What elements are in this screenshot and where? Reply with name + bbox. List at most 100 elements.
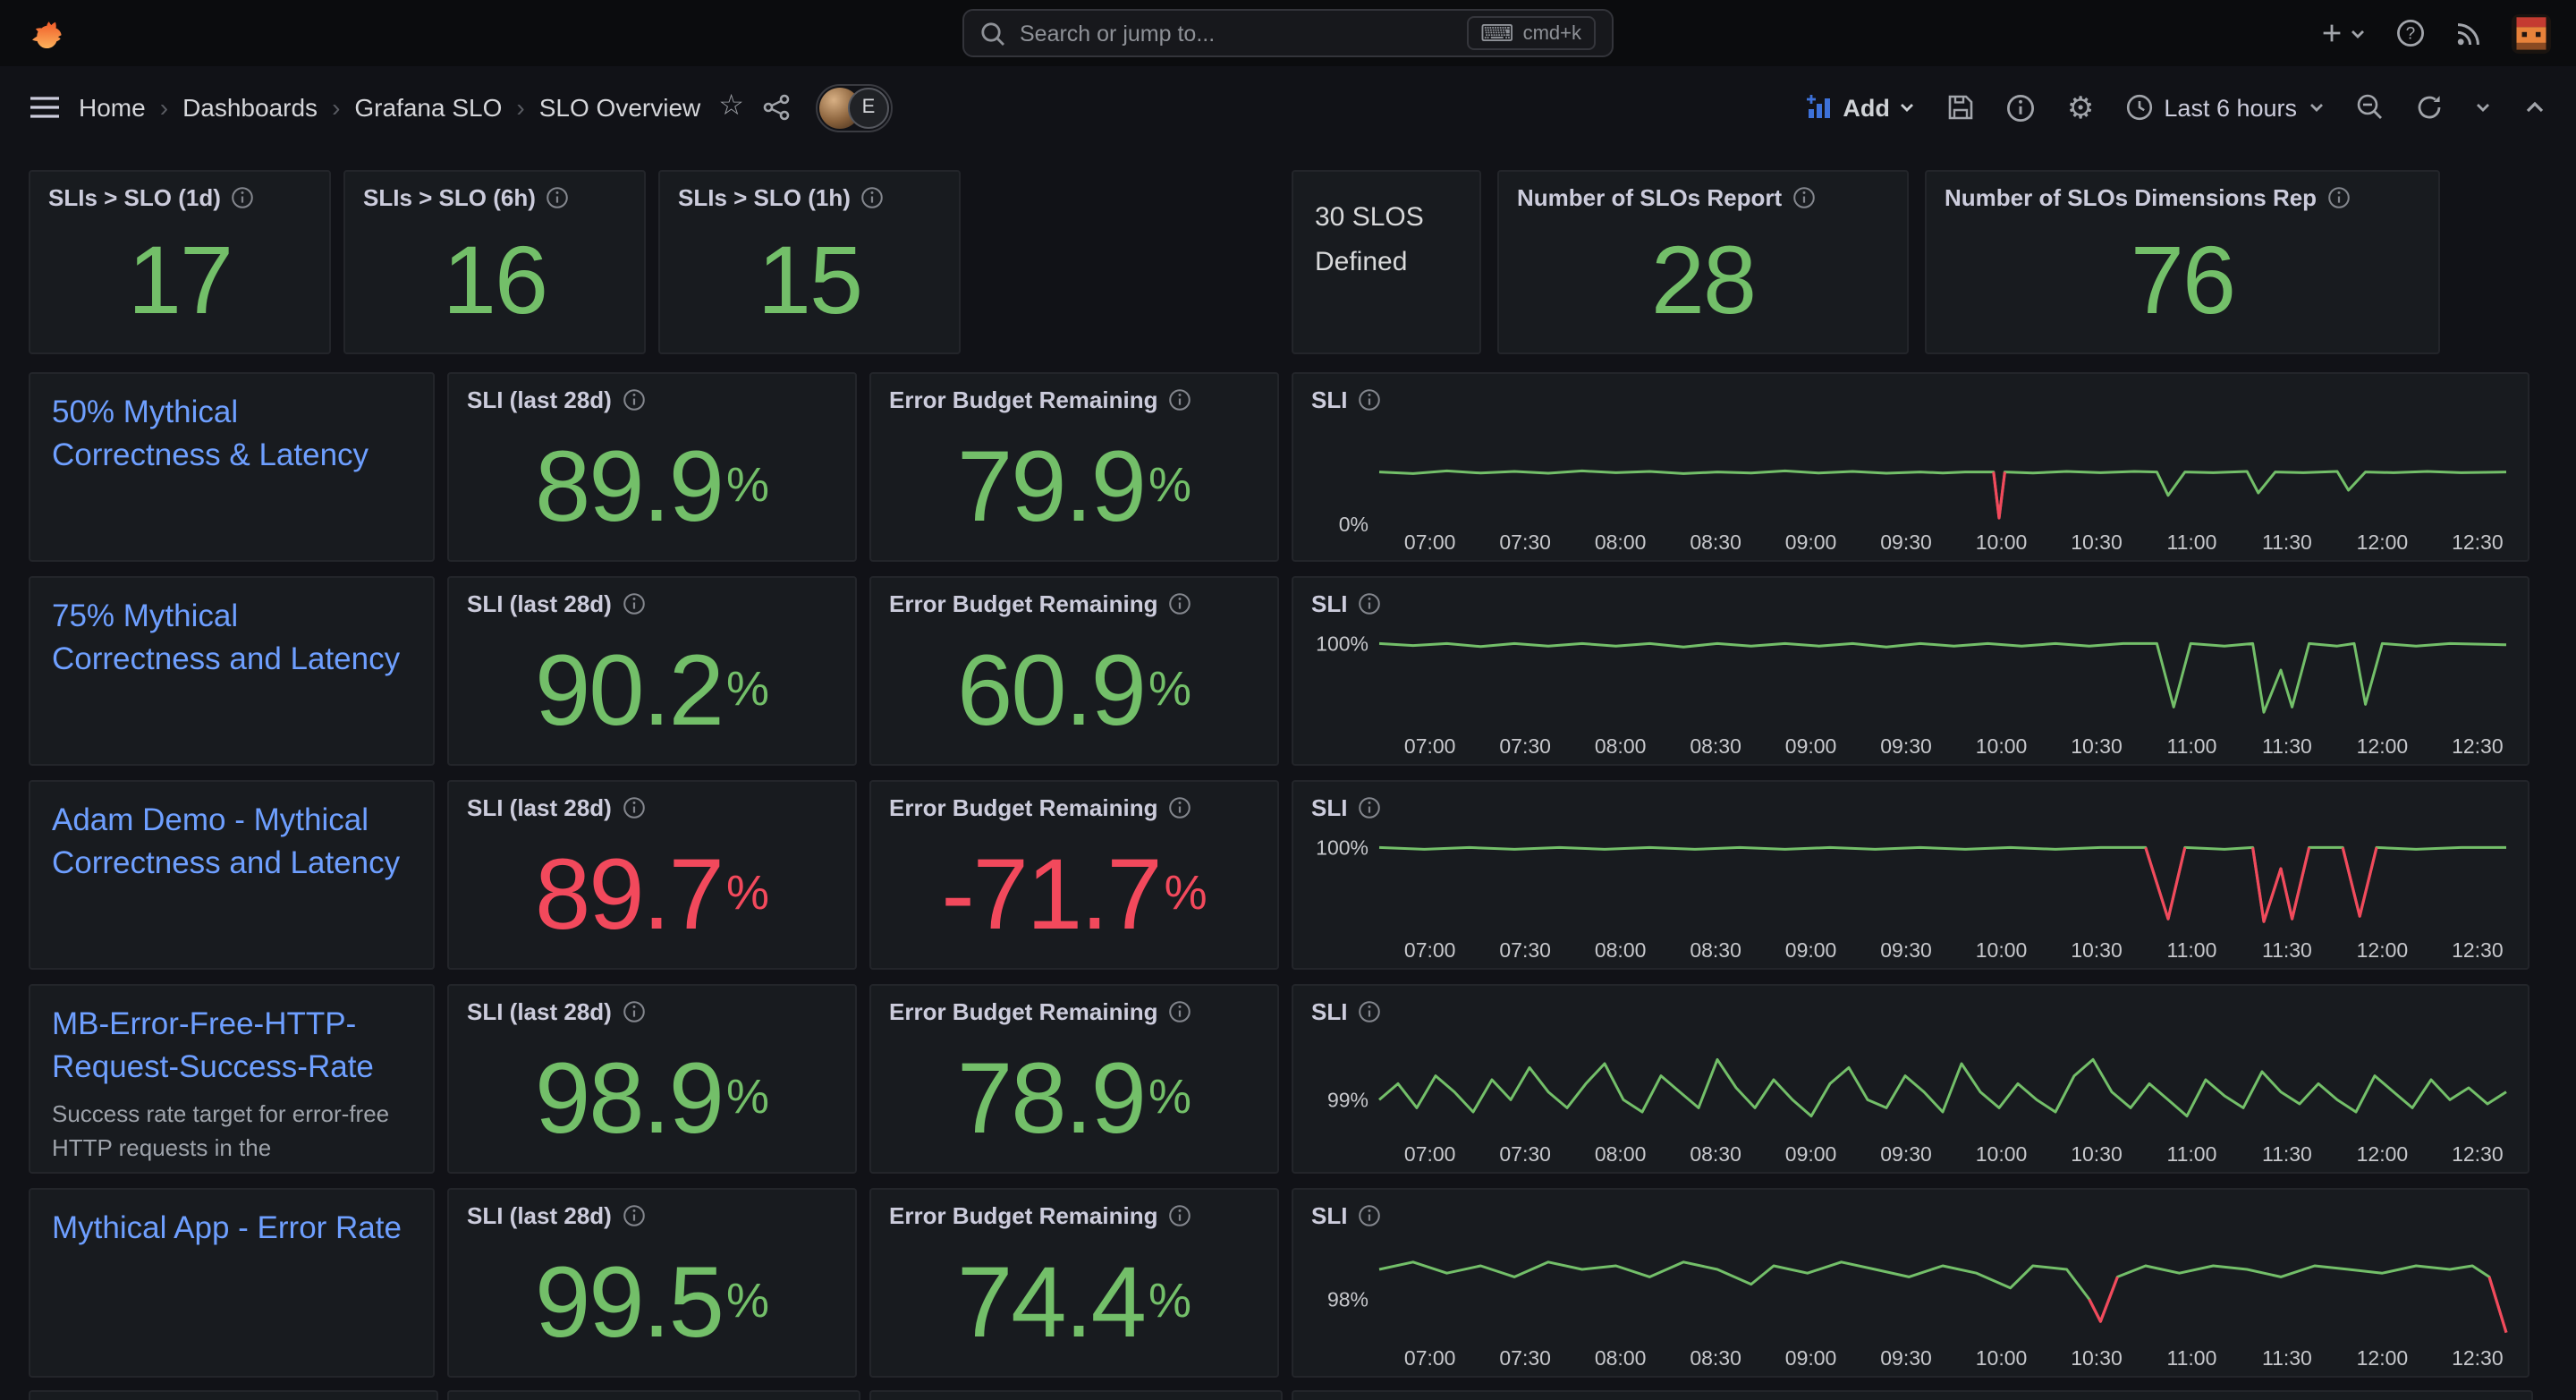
sli-value: 98.9% <box>449 986 855 1172</box>
slo-link[interactable]: 75% Mythical Correctness and Latency <box>30 578 433 681</box>
svg-text:08:00: 08:00 <box>1595 530 1647 554</box>
news-rss-button[interactable] <box>2454 19 2483 47</box>
svg-text:09:00: 09:00 <box>1785 1346 1837 1370</box>
sli-timeseries[interactable]: 100%07:0007:3008:0008:3009:0009:3010:001… <box>1301 828 2521 964</box>
plus-icon <box>2318 20 2345 47</box>
sli-value: 99.5% <box>449 1190 855 1376</box>
svg-text:09:00: 09:00 <box>1785 734 1837 758</box>
add-panel-button[interactable]: Add <box>1805 93 1917 122</box>
next-row-panel-partial <box>1292 1390 2533 1400</box>
svg-text:09:00: 09:00 <box>1785 530 1837 554</box>
info-icon[interactable] <box>1358 1204 1381 1227</box>
slo-link[interactable]: Mythical App - Error Rate <box>30 1190 433 1250</box>
slo-name-panel: 50% Mythical Correctness & Latency <box>29 372 435 562</box>
sli-stat-panel: SLI (last 28d) 99.5% <box>447 1188 857 1378</box>
sli-timeseries[interactable]: 0%07:0007:3008:0008:3009:0009:3010:0010:… <box>1301 420 2521 556</box>
svg-text:10:00: 10:00 <box>1976 1346 2028 1370</box>
info-icon[interactable] <box>1358 796 1381 819</box>
error-budget-panel: Error Budget Remaining -71.7% <box>869 780 1279 970</box>
add-label: Add <box>1843 94 1890 121</box>
dashboard-user-group[interactable]: E <box>816 83 893 132</box>
error-budget-panel: Error Budget Remaining 79.9% <box>869 372 1279 562</box>
new-menu-button[interactable] <box>2318 20 2367 47</box>
save-dashboard-button[interactable] <box>1947 93 1976 122</box>
sli-stat-panel: SLI (last 28d) 98.9% <box>447 984 857 1174</box>
breadcrumb-home[interactable]: Home <box>79 93 146 122</box>
panel-title: SLI <box>1311 794 1347 821</box>
sli-chart-panel: SLI 99%07:0007:3008:0008:3009:0009:3010:… <box>1292 984 2529 1174</box>
dashboard-insights-button[interactable] <box>2006 92 2037 123</box>
sli-timeseries[interactable]: 98%07:0007:3008:0008:3009:0009:3010:0010… <box>1301 1236 2521 1372</box>
time-range-picker[interactable]: Last 6 hours <box>2124 93 2326 122</box>
panel-title: SLI <box>1311 590 1347 617</box>
slo-name-panel: Mythical App - Error Rate <box>29 1188 435 1378</box>
svg-text:0%: 0% <box>1339 513 1368 536</box>
svg-text:08:00: 08:00 <box>1595 1346 1647 1370</box>
svg-text:08:30: 08:30 <box>1690 734 1741 758</box>
sli-value: 89.7% <box>449 782 855 968</box>
svg-text:10:30: 10:30 <box>2071 530 2123 554</box>
user-avatar[interactable] <box>2512 13 2551 53</box>
stat-panel-slos-report: Number of SLOs Report 28 <box>1497 170 1909 354</box>
svg-text:10:00: 10:00 <box>1976 1142 2028 1166</box>
svg-text:09:30: 09:30 <box>1880 530 1932 554</box>
svg-text:08:00: 08:00 <box>1595 734 1647 758</box>
zoom-out-time-button[interactable] <box>2356 93 2385 122</box>
add-chart-icon <box>1805 93 1834 122</box>
stat-panel-slos-dimensions: Number of SLOs Dimensions Rep 76 <box>1925 170 2440 354</box>
svg-text:11:00: 11:00 <box>2167 734 2217 758</box>
svg-text:100%: 100% <box>1316 836 1368 859</box>
budget-value: 79.9% <box>871 374 1277 560</box>
dashboard-canvas: SLIs > SLO (1d) 17 SLIs > SLO (6h) 16 SL… <box>0 148 2576 1400</box>
svg-text:12:30: 12:30 <box>2452 1142 2504 1166</box>
svg-text:11:30: 11:30 <box>2262 1142 2312 1166</box>
svg-text:11:30: 11:30 <box>2262 1346 2312 1370</box>
dashboard-settings-button[interactable]: ⚙ <box>2067 92 2095 123</box>
budget-value: 78.9% <box>871 986 1277 1172</box>
breadcrumb: Home › Dashboards › Grafana SLO › SLO Ov… <box>79 93 700 122</box>
budget-value: 74.4% <box>871 1190 1277 1376</box>
svg-text:12:30: 12:30 <box>2452 530 2504 554</box>
info-icon[interactable] <box>1358 388 1381 412</box>
favorite-star-button[interactable]: ☆ <box>718 93 744 122</box>
svg-text:07:00: 07:00 <box>1404 938 1456 962</box>
svg-text:12:00: 12:00 <box>2357 530 2409 554</box>
sli-timeseries[interactable]: 100%07:0007:3008:0008:3009:0009:3010:001… <box>1301 624 2521 760</box>
refresh-button[interactable] <box>2415 93 2444 122</box>
svg-text:07:00: 07:00 <box>1404 1142 1456 1166</box>
help-button[interactable]: ? <box>2395 18 2426 48</box>
top-bar: Search or jump to... ⌨ cmd+k ? <box>0 0 2576 66</box>
stat-value: 76 <box>1927 172 2438 352</box>
svg-text:08:30: 08:30 <box>1690 1142 1741 1166</box>
collaborator-badge: E <box>848 87 889 128</box>
info-icon[interactable] <box>1358 1000 1381 1023</box>
svg-text:08:00: 08:00 <box>1595 1142 1647 1166</box>
svg-text:11:30: 11:30 <box>2262 734 2312 758</box>
refresh-interval-dropdown[interactable] <box>2474 98 2492 116</box>
slo-name-panel: Adam Demo - Mythical Correctness and Lat… <box>29 780 435 970</box>
svg-text:11:00: 11:00 <box>2167 530 2217 554</box>
share-button[interactable] <box>762 93 791 122</box>
slo-link[interactable]: Adam Demo - Mythical Correctness and Lat… <box>30 782 433 885</box>
grafana-app: Search or jump to... ⌨ cmd+k ? <box>0 0 2576 1400</box>
svg-text:100%: 100% <box>1316 632 1368 655</box>
sli-timeseries[interactable]: 99%07:0007:3008:0008:3009:0009:3010:0010… <box>1301 1032 2521 1168</box>
grafana-logo[interactable] <box>25 13 66 54</box>
stat-value: 28 <box>1499 172 1907 352</box>
svg-text:08:30: 08:30 <box>1690 530 1741 554</box>
keyboard-icon: ⌨ <box>1480 19 1514 47</box>
menu-toggle-button[interactable] <box>29 95 61 120</box>
panel-title: SLI <box>1311 386 1347 413</box>
search-input[interactable]: Search or jump to... ⌨ cmd+k <box>962 9 1614 57</box>
info-icon[interactable] <box>1358 592 1381 615</box>
svg-text:09:00: 09:00 <box>1785 1142 1837 1166</box>
stat-value: 17 <box>30 172 329 352</box>
breadcrumb-grafana-slo[interactable]: Grafana SLO <box>354 93 502 122</box>
slo-link[interactable]: 50% Mythical Correctness & Latency <box>30 374 433 477</box>
slo-link[interactable]: MB-Error-Free-HTTP-Request-Success-Rate <box>30 986 433 1089</box>
breadcrumb-dashboards[interactable]: Dashboards <box>182 93 318 122</box>
budget-value: 60.9% <box>871 578 1277 764</box>
collapse-toolbar-button[interactable] <box>2522 97 2547 118</box>
stat-value: 16 <box>345 172 644 352</box>
svg-text:07:00: 07:00 <box>1404 530 1456 554</box>
